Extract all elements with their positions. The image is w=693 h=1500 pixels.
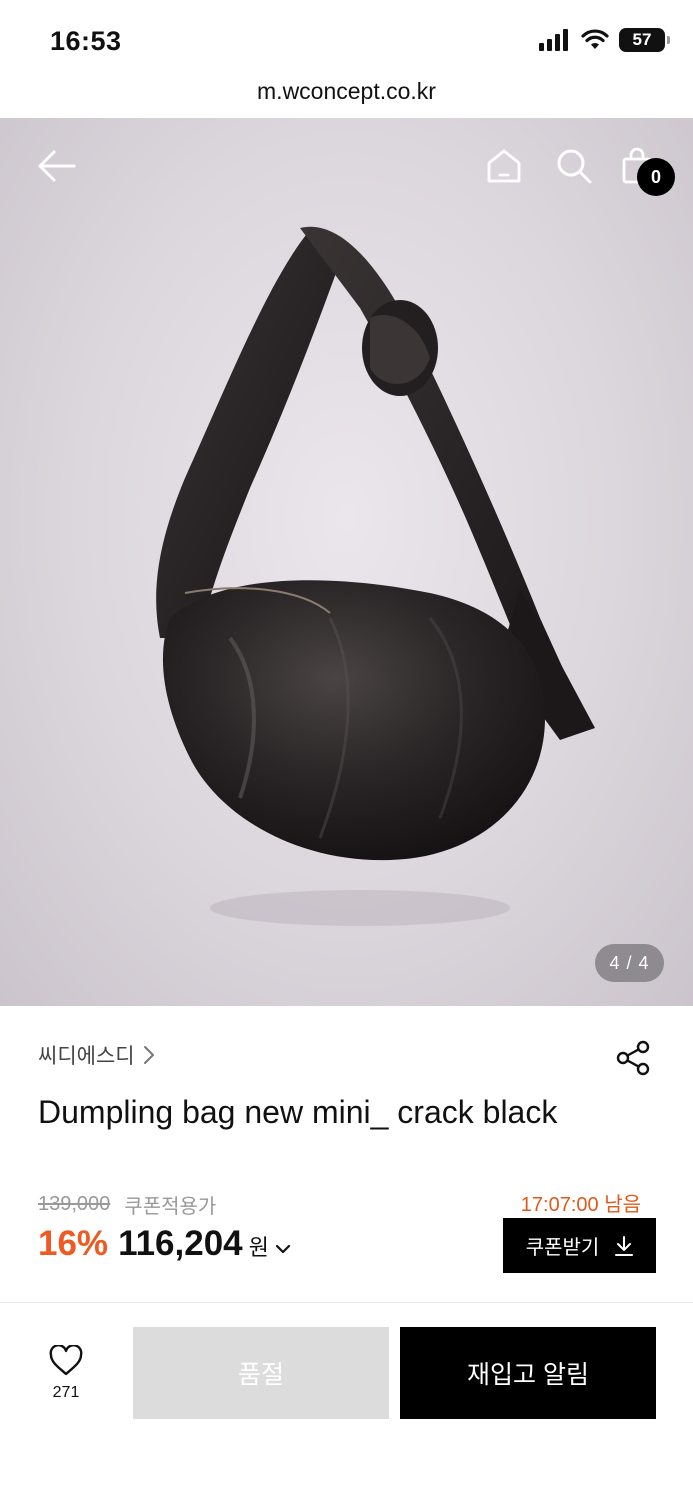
wifi-icon <box>581 29 609 49</box>
original-price: 139,000 <box>38 1193 111 1215</box>
original-price-row: 139,000 쿠폰적용가 <box>38 1190 216 1219</box>
product-image-gallery[interactable]: 0 4 / 4 <box>0 118 693 1006</box>
heart-icon <box>49 1344 83 1376</box>
sale-price: 116,204 <box>118 1224 243 1263</box>
product-image <box>156 226 595 926</box>
cart-count-badge: 0 <box>637 158 675 196</box>
currency-label: 원 <box>248 1235 269 1260</box>
restock-alert-button[interactable]: 재입고 알림 <box>400 1327 656 1419</box>
price-row[interactable]: 16% 116,204 원 <box>38 1224 291 1264</box>
chevron-right-icon <box>143 1046 154 1064</box>
bottom-action-bar: 271 품절 재입고 알림 <box>0 1302 693 1500</box>
status-bar: 16:53 57 <box>0 0 693 80</box>
download-icon <box>615 1235 634 1256</box>
brand-link[interactable]: 씨디에스디 <box>38 1040 155 1070</box>
status-time: 16:53 <box>50 26 122 56</box>
coupon-price-label: 쿠폰적용가 <box>124 1196 217 1218</box>
coupon-countdown: 17:07:00 남음 <box>520 1194 641 1216</box>
battery-indicator: 57 <box>619 28 670 52</box>
soldout-button[interactable]: 품절 <box>133 1327 389 1419</box>
image-counter: 4 / 4 <box>595 944 664 982</box>
home-icon[interactable] <box>482 144 526 188</box>
signal-icon <box>539 29 568 51</box>
product-title: Dumpling bag new mini_ crack black <box>38 1094 558 1130</box>
coupon-button-label: 쿠폰받기 <box>525 1237 600 1259</box>
search-icon[interactable] <box>552 144 596 188</box>
wishlist-button[interactable]: 271 <box>36 1344 96 1402</box>
chevron-down-icon[interactable] <box>275 1243 291 1255</box>
wishlist-count: 271 <box>52 1384 80 1401</box>
download-coupon-button[interactable]: 쿠폰받기 <box>503 1218 656 1273</box>
url-bar[interactable]: m.wconcept.co.kr <box>0 78 693 118</box>
back-icon[interactable] <box>34 144 78 188</box>
discount-rate: 16% <box>38 1224 109 1263</box>
brand-name: 씨디에스디 <box>38 1045 135 1068</box>
share-icon[interactable] <box>614 1038 654 1078</box>
status-icons: 57 <box>539 28 670 52</box>
